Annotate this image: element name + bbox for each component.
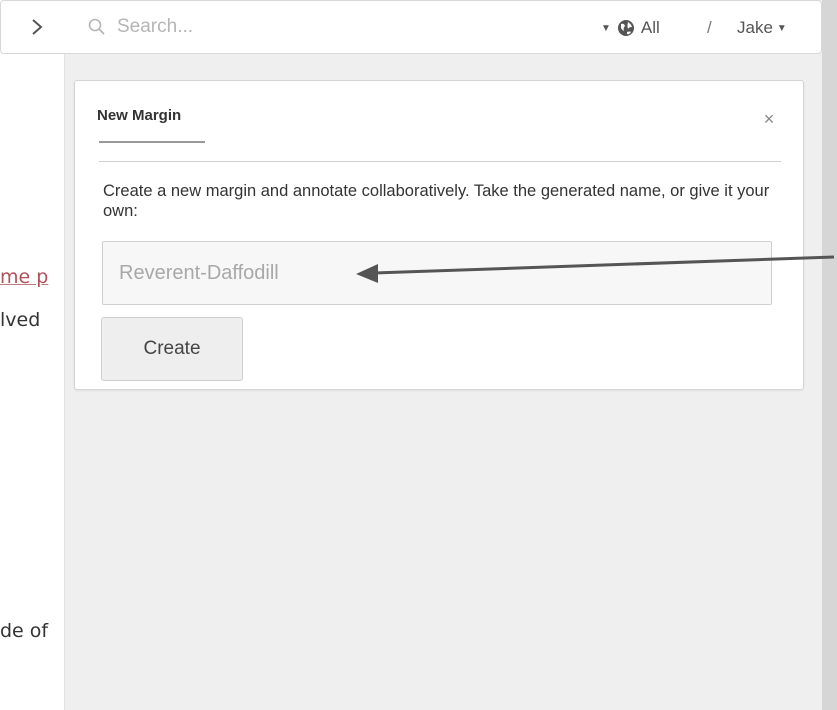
close-icon: ×	[763, 108, 775, 129]
scope-selector[interactable]: ▼ All	[601, 15, 660, 41]
expand-sidebar-button[interactable]	[25, 13, 49, 41]
search-input[interactable]	[117, 13, 537, 41]
scope-user-separator: /	[707, 18, 712, 37]
create-button[interactable]: Create	[101, 317, 243, 381]
tab-new-margin[interactable]: New Margin	[97, 107, 181, 124]
page: me p lved de of ▼ All / Jak	[0, 0, 837, 710]
chevron-right-icon	[32, 19, 43, 35]
document-text-line[interactable]: me p	[0, 266, 48, 288]
dialog-description: Create a new margin and annotate collabo…	[103, 182, 770, 220]
scope-label: All	[640, 18, 660, 37]
caret-down-icon: ▼	[601, 22, 611, 34]
dialog-divider	[99, 161, 781, 162]
document-text-line: de of	[0, 620, 49, 642]
globe-icon	[617, 20, 634, 36]
close-button[interactable]: ×	[759, 109, 779, 129]
user-selector[interactable]: Jake ▼	[737, 15, 787, 41]
search-icon	[88, 18, 105, 35]
margin-name-input[interactable]	[102, 241, 772, 305]
document-text-line: lved	[0, 309, 41, 331]
top-bar: ▼ All / Jake ▼	[0, 0, 822, 54]
active-tab-indicator	[99, 141, 205, 143]
sidebar-edge	[822, 0, 837, 710]
new-margin-dialog: New Margin × Create a new margin and ann…	[74, 80, 804, 390]
document-link[interactable]: me p	[0, 266, 48, 288]
user-label: Jake	[737, 18, 773, 37]
caret-down-icon: ▼	[776, 22, 787, 34]
